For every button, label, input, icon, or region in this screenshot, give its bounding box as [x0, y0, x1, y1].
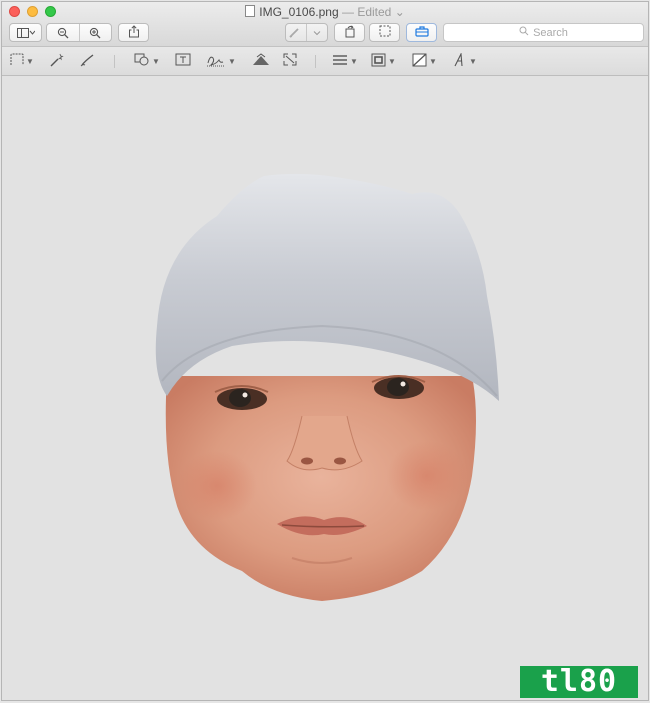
resize-icon [283, 53, 297, 69]
document-icon [245, 5, 256, 17]
toolbar-divider [114, 55, 115, 68]
titlebar: IMG_0106.png — Edited ⌄ Search [2, 2, 648, 47]
window-title-text: IMG_0106.png [259, 5, 339, 19]
chevron-down-icon: ▼ [388, 56, 396, 66]
zoom-control [46, 23, 112, 42]
search-icon [519, 26, 529, 39]
preview-window: IMG_0106.png — Edited ⌄ Search ▼ ▼ ▼ ▼ ▼… [1, 1, 649, 701]
search-placeholder: Search [533, 26, 568, 39]
chevron-down-icon: ▼ [429, 56, 437, 66]
pen-icon [286, 24, 306, 41]
markup-toolbar: ▼ ▼ ▼ ▼ ▼ ▼ ▼ [2, 47, 648, 76]
shapes-button[interactable]: ▼ [134, 53, 160, 69]
line-style-icon [332, 54, 348, 69]
text-style-button[interactable]: ▼ [453, 51, 477, 70]
chevron-down-icon: ▼ [228, 56, 236, 66]
zoom-in-icon[interactable] [78, 24, 112, 41]
rotate-icon [344, 24, 356, 41]
shape-style-button[interactable]: ▼ [332, 53, 358, 69]
text-button[interactable] [175, 53, 191, 69]
highlight-button[interactable] [285, 23, 328, 42]
instant-alpha-button[interactable] [49, 53, 65, 69]
share-button[interactable] [118, 23, 149, 42]
signature-icon [206, 53, 226, 70]
text-box-icon [175, 53, 191, 69]
markup-toolbar-button[interactable] [406, 23, 437, 42]
selection-button[interactable] [369, 23, 400, 42]
adjust-color-icon [252, 53, 270, 69]
border-color-button[interactable]: ▼ [371, 53, 396, 69]
chevron-down-icon: ▼ [152, 56, 160, 66]
pencil-icon [80, 53, 96, 70]
fill-color-button[interactable]: ▼ [412, 53, 437, 69]
sidebar-icon [10, 24, 41, 41]
fill-color-icon [412, 53, 427, 70]
baby-photo [155, 173, 499, 601]
toolbar-divider [315, 55, 316, 68]
zoom-out-icon[interactable] [47, 24, 79, 41]
search-field[interactable]: Search [443, 23, 644, 42]
watermark-logo: tl80 [520, 666, 638, 698]
magic-wand-icon [49, 53, 65, 70]
chevron-down-icon: ▼ [350, 56, 358, 66]
adjust-color-button[interactable] [252, 53, 270, 69]
window-title[interactable]: IMG_0106.png — Edited ⌄ [2, 5, 648, 19]
sketch-button[interactable] [80, 53, 96, 69]
selection-tools-button[interactable]: ▼ [10, 53, 34, 69]
selection-tools-icon [10, 53, 24, 69]
selection-icon [379, 25, 391, 40]
adjust-size-button[interactable] [283, 53, 297, 69]
toolbox-icon [414, 25, 429, 40]
view-menu-button[interactable] [9, 23, 42, 42]
edited-chevron-icon[interactable]: ⌄ [395, 5, 405, 19]
chevron-down-icon[interactable] [306, 24, 327, 41]
rotate-button[interactable] [334, 23, 365, 42]
border-color-icon [371, 53, 386, 70]
text-style-icon [453, 51, 467, 70]
shapes-icon [134, 53, 150, 69]
edited-label: — Edited [341, 5, 392, 19]
share-icon [128, 24, 140, 41]
image-canvas[interactable]: tl80 [2, 76, 648, 700]
chevron-down-icon: ▼ [26, 56, 34, 66]
sign-button[interactable]: ▼ [206, 53, 236, 69]
chevron-down-icon: ▼ [469, 56, 477, 66]
